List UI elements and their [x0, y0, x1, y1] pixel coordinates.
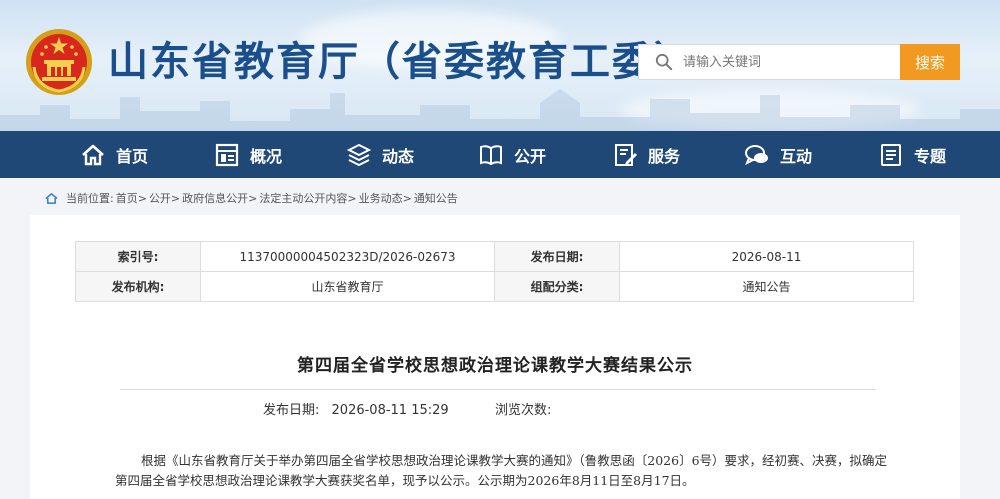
publish-info: 发布日期: 2026-08-11 15:29	[263, 399, 449, 418]
overview-icon	[215, 143, 239, 166]
nav-item-home[interactable]: 首页	[80, 131, 148, 178]
publish-label: 发布日期:	[263, 403, 320, 418]
org-value: 山东省教育厅	[200, 271, 495, 302]
breadcrumb-item[interactable]: 公开>	[149, 190, 180, 206]
nav-item-overview[interactable]: 概况	[214, 131, 282, 178]
search-input[interactable]	[683, 54, 883, 70]
nav-item-topic[interactable]: 专题	[878, 131, 946, 178]
search-box	[638, 44, 900, 80]
topic-icon	[881, 143, 901, 166]
index-value: 11370000004502323D/2026-02673	[200, 241, 495, 272]
article-title: 第四届全省学校思想政治理论课教学大赛结果公示	[297, 356, 693, 376]
publish-value: 2026-08-11 15:29	[331, 403, 449, 418]
book-icon	[480, 144, 502, 165]
nav-item-label: 概况	[250, 146, 283, 166]
home-icon	[45, 192, 58, 204]
title-divider	[120, 389, 876, 390]
site-title: 山东省教育厅（省委教育工委）	[108, 39, 696, 85]
nav-item-interact[interactable]: 互动	[744, 131, 812, 178]
views-info: 浏览次数:	[495, 399, 551, 418]
breadcrumb-item[interactable]: 通知公告	[414, 190, 458, 206]
nav-item-label: 互动	[780, 146, 813, 166]
category-value: 通知公告	[619, 271, 914, 302]
date-value: 2026-08-11	[619, 241, 914, 272]
nav-item-label: 服务	[648, 146, 681, 166]
search-button[interactable]: 搜索	[900, 44, 960, 80]
date-label: 发布日期:	[494, 241, 620, 272]
nav-item-label: 公开	[514, 146, 547, 166]
nav-item-service[interactable]: 服务	[612, 131, 680, 178]
nav-item-label: 动态	[382, 146, 415, 166]
breadcrumb: 当前位置: 首页> 公开> 政府信息公开> 法定主动公开内容> 业务动态> 通知…	[45, 189, 460, 207]
breadcrumb-item[interactable]: 法定主动公开内容>	[259, 190, 356, 206]
breadcrumb-item[interactable]: 政府信息公开>	[182, 190, 257, 206]
views-label: 浏览次数:	[495, 403, 552, 418]
service-icon	[615, 143, 637, 166]
main-nav: 首页 概况 动态 公开 服务 互动 专题	[0, 131, 1000, 178]
article-card: 索引号: 11370000004502323D/2026-02673 发布日期:…	[30, 215, 960, 499]
breadcrumb-item[interactable]: 首页>	[116, 190, 147, 206]
breadcrumb-item[interactable]: 业务动态>	[359, 190, 412, 206]
nav-item-label: 首页	[116, 146, 149, 166]
category-label: 组配分类:	[494, 271, 620, 302]
metadata-table: 索引号: 11370000004502323D/2026-02673 发布日期:…	[75, 241, 914, 302]
nav-item-label: 专题	[914, 146, 947, 166]
chat-icon	[745, 144, 768, 165]
nav-item-news[interactable]: 动态	[346, 131, 414, 178]
national-emblem-logo	[26, 29, 92, 95]
search-icon	[655, 53, 673, 71]
table-row: 发布机构: 山东省教育厅 组配分类: 通知公告	[75, 271, 914, 302]
news-icon	[346, 143, 372, 166]
site-header: 山东省教育厅（省委教育工委） 搜索	[0, 0, 1000, 131]
nav-item-public[interactable]: 公开	[478, 131, 546, 178]
index-label: 索引号:	[75, 241, 201, 272]
org-label: 发布机构:	[75, 271, 201, 302]
home-icon	[82, 144, 104, 165]
table-row: 索引号: 11370000004502323D/2026-02673 发布日期:…	[75, 241, 914, 272]
article-paragraph: 根据《山东省教育厅关于举办第四届全省学校思想政治理论课教学大赛的通知》（鲁教思函…	[115, 453, 888, 488]
breadcrumb-prefix: 当前位置:	[66, 192, 114, 205]
